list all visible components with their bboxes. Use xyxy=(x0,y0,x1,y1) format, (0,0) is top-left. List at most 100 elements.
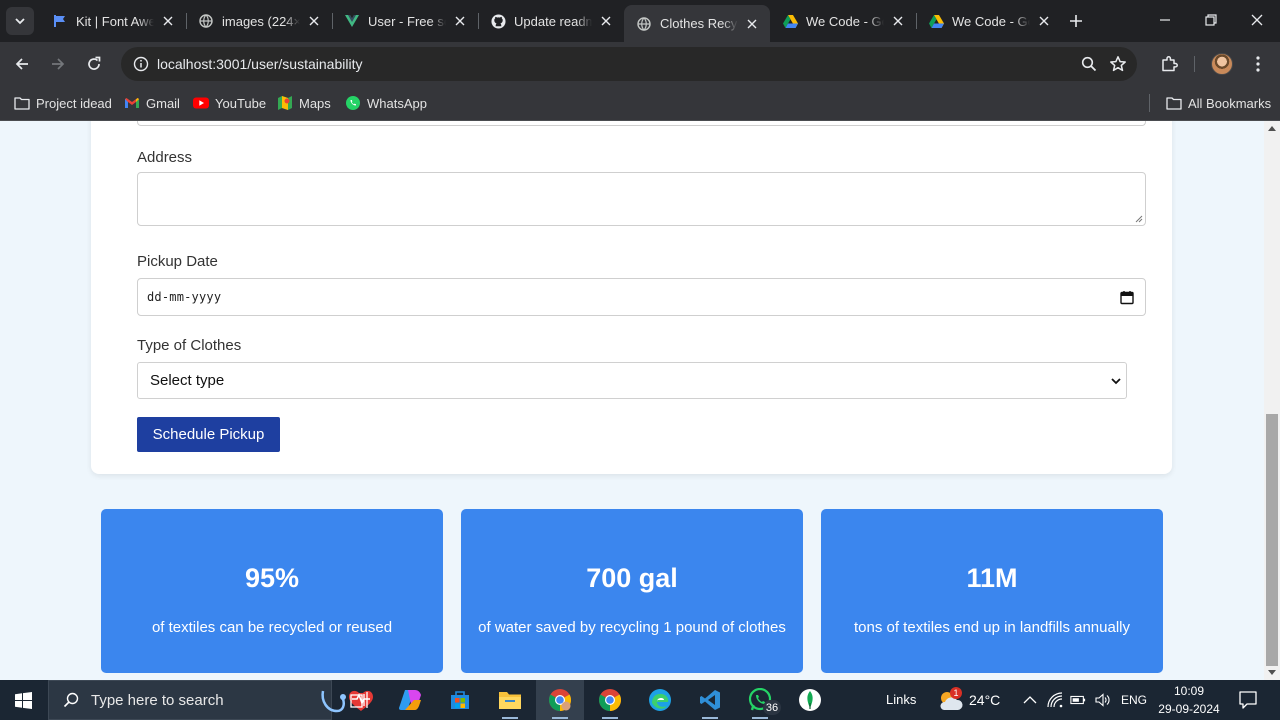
url-text[interactable]: localhost:3001/user/sustainability xyxy=(157,56,362,72)
tab-github[interactable]: Update readme xyxy=(478,5,624,37)
whatsapp-unread-badge: 36 xyxy=(763,700,781,715)
taskbar-whatsapp[interactable]: 36 xyxy=(736,680,784,720)
tab-title: We Code - Google Drive xyxy=(806,13,884,29)
address-bar[interactable]: localhost:3001/user/sustainability xyxy=(121,47,1137,81)
restore-button[interactable] xyxy=(1188,6,1234,34)
taskbar-copilot[interactable] xyxy=(386,680,434,720)
windows-logo-icon xyxy=(14,691,32,709)
folder-icon xyxy=(14,95,30,111)
arrow-left-icon xyxy=(15,58,28,70)
scroll-up-arrow-icon[interactable] xyxy=(1268,125,1276,131)
taskbar-edge[interactable] xyxy=(636,680,684,720)
clock-time[interactable]: 10:09 xyxy=(1158,684,1220,698)
minimize-button[interactable] xyxy=(1142,6,1188,34)
close-icon[interactable] xyxy=(890,13,906,29)
page-scrollbar[interactable] xyxy=(1264,121,1280,680)
bookmarks-bar: Project idead Gmail YouTube Maps WhatsAp… xyxy=(0,86,1280,121)
back-button[interactable] xyxy=(8,50,36,78)
new-tab-button[interactable] xyxy=(1064,9,1088,33)
battery-icon[interactable] xyxy=(1070,692,1086,708)
tab-title: Update readme xyxy=(514,13,592,29)
taskbar-microsoft-store[interactable] xyxy=(436,680,484,720)
volume-icon[interactable] xyxy=(1094,692,1110,708)
calendar-icon[interactable] xyxy=(1120,290,1134,305)
pickup-form-card: Address Pickup Date dd-mm-yyyy Type of C… xyxy=(91,121,1172,474)
tab-user[interactable]: User - Free source xyxy=(332,5,479,37)
pickup-date-input[interactable]: dd-mm-yyyy xyxy=(137,278,1146,316)
tab-title: images (224×224) xyxy=(222,13,300,29)
tab-we-code-2[interactable]: We Code - Google Drive xyxy=(916,5,1062,37)
star-icon[interactable] xyxy=(1109,55,1127,78)
links-toolbar[interactable]: Links xyxy=(886,692,916,707)
address-textarea[interactable] xyxy=(137,172,1146,226)
notification-center-icon[interactable] xyxy=(1238,690,1258,710)
clock-date[interactable]: 29-09-2024 xyxy=(1158,702,1220,716)
taskbar-vscode[interactable] xyxy=(686,680,734,720)
input-language[interactable]: ENG xyxy=(1121,693,1147,707)
tab-images[interactable]: images (224×224) xyxy=(186,5,333,37)
taskbar-chrome[interactable] xyxy=(586,680,634,720)
minimize-icon xyxy=(1160,19,1170,21)
taskbar-chrome-active[interactable] xyxy=(536,680,584,720)
taskbar-mongodb-compass[interactable] xyxy=(786,680,834,720)
github-icon xyxy=(490,13,506,29)
close-icon xyxy=(1251,14,1263,26)
tab-font-awesome[interactable]: Kit | Font Awesome xyxy=(40,5,187,37)
close-icon[interactable] xyxy=(160,13,176,29)
tab-strip: Kit | Font Awesome images (224×224) User… xyxy=(0,0,1280,42)
tab-title: We Code - Google Drive xyxy=(952,13,1030,29)
taskbar-file-explorer[interactable] xyxy=(486,680,534,720)
close-icon[interactable] xyxy=(306,13,322,29)
info-icon[interactable] xyxy=(133,56,149,72)
bookmark-maps[interactable]: Maps xyxy=(277,92,331,114)
all-bookmarks-button[interactable]: All Bookmarks xyxy=(1166,92,1271,114)
close-icon[interactable] xyxy=(452,13,468,29)
profile-avatar[interactable] xyxy=(1211,53,1233,75)
resize-grip-icon[interactable] xyxy=(1135,215,1143,223)
previous-input-field[interactable] xyxy=(137,121,1146,126)
scrollbar-thumb[interactable] xyxy=(1266,414,1278,666)
extensions-puzzle-icon[interactable] xyxy=(1158,50,1180,78)
bookmark-project-idead[interactable]: Project idead xyxy=(14,92,112,114)
forward-button[interactable] xyxy=(44,50,72,78)
vscode-icon xyxy=(700,690,720,710)
bookmark-gmail[interactable]: Gmail xyxy=(124,92,180,114)
close-icon[interactable] xyxy=(1036,13,1052,29)
tab-clothes-recycling[interactable]: Clothes Recycling xyxy=(624,5,770,42)
schedule-pickup-button[interactable]: Schedule Pickup xyxy=(137,417,280,452)
clothes-type-select[interactable]: Select type xyxy=(137,362,1127,399)
whatsapp-icon xyxy=(345,95,361,111)
task-view-button[interactable] xyxy=(336,680,384,720)
plus-icon xyxy=(1070,15,1082,27)
temperature[interactable]: 24°C xyxy=(969,692,1000,708)
tab-we-code-1[interactable]: We Code - Google Drive xyxy=(770,5,917,37)
kebab-menu-icon xyxy=(1256,56,1260,72)
chevron-down-icon xyxy=(15,18,25,25)
scroll-down-arrow-icon[interactable] xyxy=(1268,670,1276,676)
tab-title: User - Free source xyxy=(368,13,446,29)
stat-card-recyclable: 95% of textiles can be recycled or reuse… xyxy=(101,509,443,673)
stat-value: 11M xyxy=(966,563,1018,593)
chevron-up-icon[interactable] xyxy=(1022,692,1038,708)
folder-icon xyxy=(1166,95,1182,111)
close-icon[interactable] xyxy=(744,16,760,32)
address-label: Address xyxy=(137,149,193,166)
vue-logo-icon xyxy=(344,13,360,29)
taskbar-search-box[interactable]: Type here to search xyxy=(48,680,373,720)
tab-search-button[interactable] xyxy=(6,7,34,35)
reload-icon xyxy=(88,56,101,70)
browser-menu-button[interactable] xyxy=(1246,50,1270,78)
close-window-button[interactable] xyxy=(1234,6,1280,34)
chrome-icon xyxy=(599,689,621,711)
copilot-icon xyxy=(399,690,421,710)
close-icon[interactable] xyxy=(598,13,614,29)
maps-icon xyxy=(277,95,293,111)
reload-button[interactable] xyxy=(80,50,108,78)
start-button[interactable] xyxy=(0,680,46,720)
bookmark-whatsapp[interactable]: WhatsApp xyxy=(345,92,427,114)
wifi-icon[interactable] xyxy=(1047,692,1063,708)
stat-value: 95% xyxy=(244,563,300,593)
zoom-icon[interactable] xyxy=(1081,56,1097,77)
all-bookmarks-label: All Bookmarks xyxy=(1188,95,1272,111)
bookmark-youtube[interactable]: YouTube xyxy=(193,92,266,114)
